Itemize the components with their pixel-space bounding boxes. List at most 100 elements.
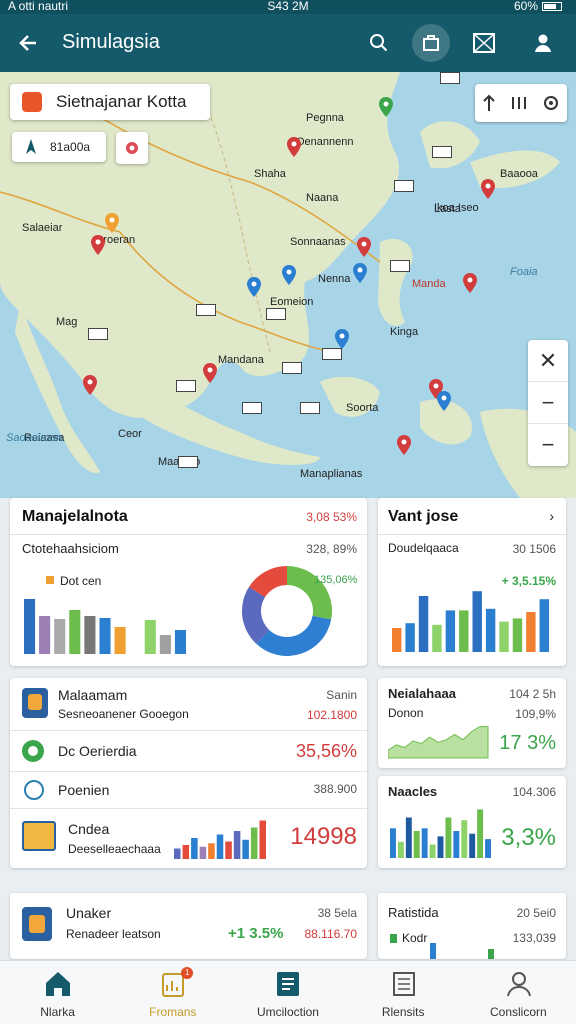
notification-badge: 1 [181,967,194,979]
layers-button[interactable] [412,24,450,62]
map-place-label: Mag [56,316,78,328]
map-pin-icon[interactable] [396,434,412,456]
nav-item-profile[interactable]: Conslicorn [461,961,576,1024]
unaker-card[interactable]: Unaker 38 5ela Renadeer leatson +1 3.5% … [10,893,367,959]
app-icon [22,688,48,718]
location-search-chip[interactable]: Sietnajanar Kotta [10,84,210,120]
map-place-label: Oenannenn [296,136,354,148]
list-item-label: Poenien [58,782,110,798]
map-place-label: Manda [412,278,446,290]
building-marker-icon[interactable] [242,402,262,414]
map-pin-icon[interactable] [436,390,452,412]
mini-bar-chart [174,820,266,859]
building-marker-icon[interactable] [390,260,410,272]
nav-item-reports[interactable]: 1 Fromans [115,961,230,1024]
map-pin-icon[interactable] [202,362,218,384]
trend-big-value: 17 3% [499,732,556,754]
map-tools-chip[interactable] [475,84,567,122]
home-icon [46,972,70,996]
chart-bar [526,612,536,652]
building-marker-icon[interactable] [178,456,198,468]
chart-bar [485,608,496,652]
building-marker-icon[interactable] [88,328,108,340]
chart-bar [445,610,456,652]
list-item-sub: Deeselleaechaaa [68,842,161,856]
chart-bar [69,610,81,654]
search-button[interactable] [360,24,398,62]
map-pin-icon[interactable] [281,264,297,286]
chart-bar [84,616,96,654]
building-marker-icon[interactable] [322,348,342,360]
list-item[interactable]: Dc Oerierdia 35,56% [10,731,367,771]
map-pin-icon[interactable] [104,212,120,234]
building-marker-icon[interactable] [300,402,320,414]
profile-icon [506,972,531,997]
map-pin-icon[interactable] [90,234,106,256]
map-place-label: Soorta [346,402,379,414]
divider [378,534,566,535]
management-title: Manajelalnota [22,508,128,525]
list-item-value: 14998 [290,823,357,850]
chart-bar [174,630,186,654]
chart-bar [499,621,509,652]
trend-card[interactable]: Neialahaaa 104 2 5h Donon 109,9% 17 3% [378,678,566,768]
legend-swatch [46,576,54,584]
map-pin-icon[interactable] [82,374,98,396]
chart-bar [469,833,476,858]
map-pin-icon[interactable] [378,96,394,118]
locate-icon[interactable] [541,93,561,113]
measure-icon[interactable] [509,93,529,113]
chart-bar [24,599,36,654]
details-title-value: Sanin [326,688,357,702]
map-place-label: Nenna [318,273,351,285]
map-pin-icon[interactable] [352,262,368,284]
map-pin-icon[interactable] [246,276,262,298]
map-pin-icon[interactable] [334,328,350,350]
building-marker-icon[interactable] [176,380,196,392]
compass-reset-button[interactable]: ✕ [528,340,568,382]
chart-bar [233,831,241,859]
stats-card[interactable]: Naacles 104.306 3,3% [378,776,566,868]
list-item-value: 35,56% [295,741,357,761]
building-marker-icon[interactable] [266,308,286,320]
map-pin-icon[interactable] [356,236,372,258]
list-item[interactable]: Cndea Deeselleaechaaa 14998 [10,809,367,867]
map-pin-icon[interactable] [286,136,302,158]
map-pin-icon[interactable] [480,178,496,200]
building-marker-icon[interactable] [432,146,452,158]
nav-label: Conslicorn [489,1005,547,1019]
ratis-card[interactable]: Ratistida 20 5ei0 Kodr 133,039 [378,893,566,959]
zoom-out-button[interactable]: − [528,424,568,466]
back-button[interactable] [14,28,44,58]
chart-bar [413,831,420,858]
unaker-title: Unaker [66,905,112,921]
chart-bar [477,809,484,858]
map-view[interactable]: Sietnajanar Kotta 81a00a ✕ − − Pegnna Oen… [0,72,576,498]
nav-item-documents[interactable]: Rlensits [346,961,461,1024]
chart-bar [472,591,482,652]
coordinate-chip[interactable]: 81a00a [12,132,106,162]
profile-button[interactable] [524,24,562,62]
nav-item-home[interactable]: Nlarka [0,961,115,1024]
management-card[interactable]: Manajelalnota 3,08 53% Ctotehaahsiciom 3… [10,498,367,666]
ratis-title-value: 20 5ei0 [516,906,556,920]
map-type-button[interactable] [465,24,503,62]
documents-icon [392,972,415,996]
status-time: S43 2M [267,0,309,13]
nav-item-list[interactable]: Umciloction [230,961,345,1024]
filter-chip[interactable] [116,132,148,164]
shield-icon [22,92,42,112]
chart-bar [199,846,207,859]
chevron-right-icon[interactable]: › [549,508,554,524]
map-pin-icon[interactable] [462,272,478,294]
arrow-up-icon[interactable] [481,93,497,113]
building-marker-icon[interactable] [282,362,302,374]
zoom-in-button[interactable]: − [528,382,568,424]
building-marker-icon[interactable] [196,304,216,316]
trend-title-value: 104 2 5h [509,687,556,701]
list-item[interactable]: Poenien 388.900 [10,772,367,808]
details-line-value: 102.1800 [306,708,357,722]
vantage-card[interactable]: Vant jose › Doudelqaaca 30 1506 + 3,5.15… [378,498,566,666]
building-marker-icon[interactable] [394,180,414,192]
building-marker-icon[interactable] [440,72,460,84]
